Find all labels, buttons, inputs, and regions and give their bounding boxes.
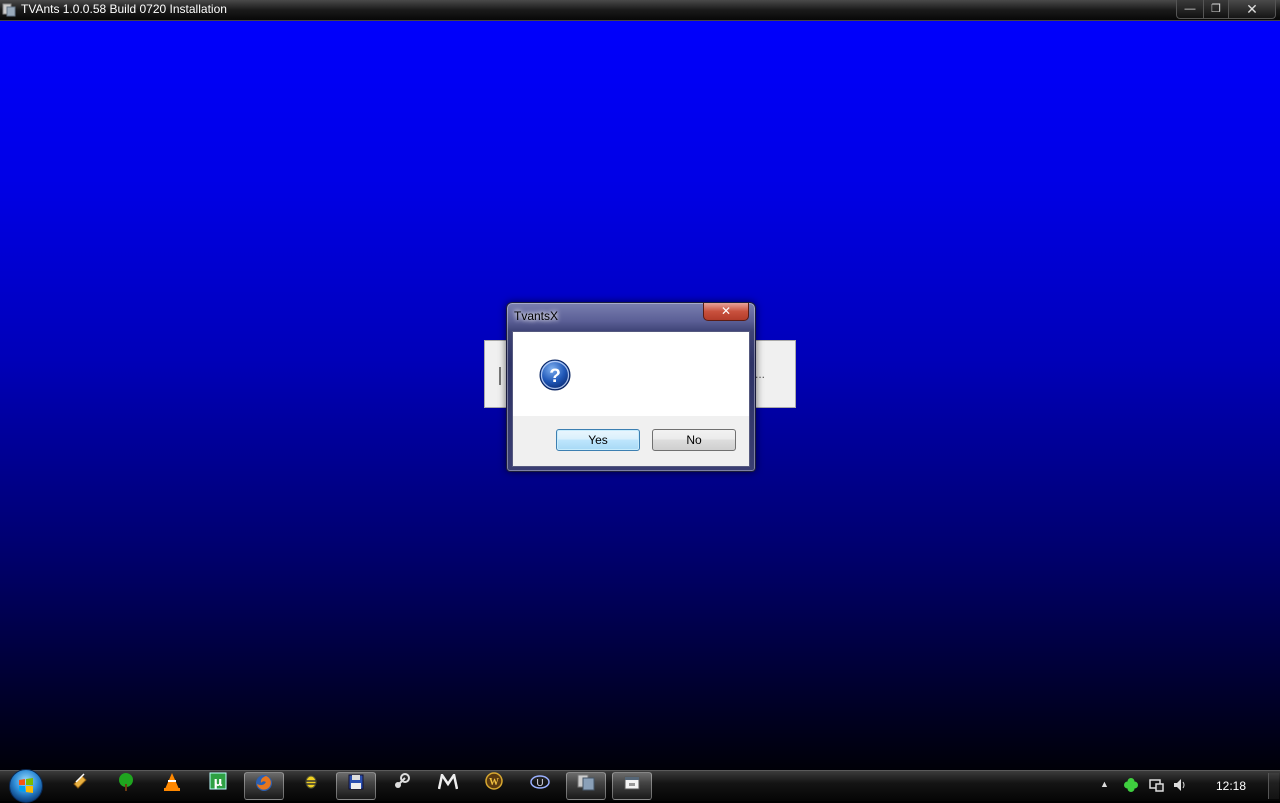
no-button[interactable]: No bbox=[652, 429, 736, 451]
window-title: TVAnts 1.0.0.58 Build 0720 Installation bbox=[21, 2, 227, 16]
utorrent-icon[interactable]: μ bbox=[198, 772, 238, 800]
file-manager-icon[interactable] bbox=[61, 772, 101, 800]
installer-app-icon bbox=[2, 3, 16, 17]
taskbar: μ W U ▲ 12:18 bbox=[0, 769, 1280, 803]
message-box-close-button[interactable]: ✕ bbox=[703, 303, 749, 321]
tree-icon[interactable] bbox=[106, 772, 146, 800]
windows-logo-icon bbox=[19, 778, 33, 793]
clover-tray-icon[interactable] bbox=[1123, 777, 1139, 793]
confirm-message-box: TvantsX ✕ ? Yes No bbox=[506, 302, 756, 472]
show-desktop-button[interactable] bbox=[1268, 773, 1279, 799]
message-box-body: ? Yes No bbox=[512, 331, 750, 467]
tvants-installer-icon[interactable] bbox=[566, 772, 606, 800]
installer-disk-icon[interactable] bbox=[336, 772, 376, 800]
message-box-button-bar: Yes No bbox=[513, 416, 749, 466]
tvantsx-dialog-icon[interactable] bbox=[612, 772, 652, 800]
minimize-button[interactable]: — bbox=[1176, 0, 1204, 19]
start-button[interactable] bbox=[9, 769, 43, 803]
svg-text:?: ? bbox=[549, 366, 561, 387]
yes-button[interactable]: Yes bbox=[556, 429, 640, 451]
svg-text:W: W bbox=[489, 777, 499, 788]
tray-expand-arrow-icon[interactable]: ▲ bbox=[1100, 779, 1109, 789]
question-icon: ? bbox=[539, 359, 571, 391]
message-box-title: TvantsX bbox=[514, 309, 559, 323]
installer-window: TVAnts 1.0.0.58 Build 0720 Installation … bbox=[0, 0, 1280, 770]
taskbar-clock[interactable]: 12:18 bbox=[1216, 779, 1246, 793]
close-button[interactable]: ✕ bbox=[1228, 0, 1276, 19]
dialog-trailing-text: ... bbox=[755, 367, 766, 381]
vlc-icon[interactable] bbox=[152, 772, 192, 800]
unreal-icon[interactable]: U bbox=[520, 772, 560, 800]
messenger-icon[interactable] bbox=[428, 771, 468, 800]
svg-text:μ: μ bbox=[214, 775, 223, 789]
maximize-button[interactable]: ❐ bbox=[1203, 0, 1229, 19]
bee-icon[interactable] bbox=[291, 772, 331, 800]
installer-titlebar[interactable]: TVAnts 1.0.0.58 Build 0720 Installation … bbox=[0, 0, 1280, 21]
steam-icon[interactable] bbox=[382, 772, 422, 800]
firefox-icon[interactable] bbox=[244, 772, 284, 800]
network-tray-icon[interactable] bbox=[1148, 777, 1164, 793]
warcraft-icon[interactable]: W bbox=[474, 772, 514, 800]
svg-text:U: U bbox=[536, 778, 543, 789]
volume-tray-icon[interactable] bbox=[1172, 777, 1188, 793]
